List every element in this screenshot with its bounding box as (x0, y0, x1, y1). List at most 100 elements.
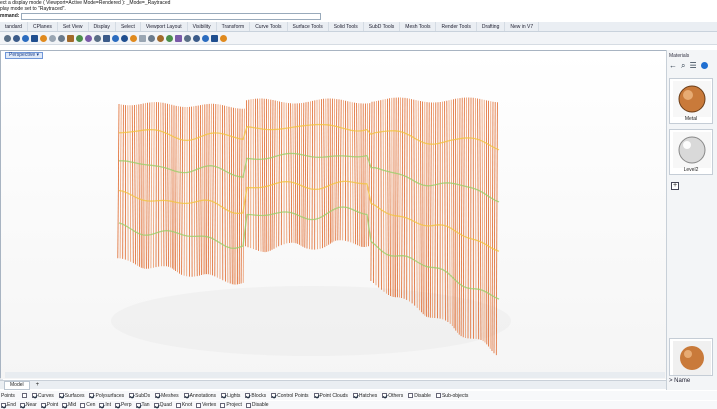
perspective-viewport[interactable] (0, 50, 667, 379)
filter-point[interactable]: Point (40, 402, 58, 408)
checkbox[interactable] (21, 393, 27, 398)
redo-icon[interactable] (85, 34, 92, 42)
osnap-icon[interactable] (211, 34, 218, 42)
add-material-button[interactable]: + (671, 182, 679, 190)
toolbar-tab[interactable]: tandard (0, 22, 28, 31)
checkbox[interactable] (114, 402, 120, 408)
filter-knot[interactable]: Knot (175, 402, 192, 408)
filter-control-points[interactable]: Control Points (271, 393, 309, 399)
toolbar-tab[interactable]: Mesh Tools (400, 22, 437, 31)
list-view-icon[interactable]: ☰ (689, 61, 696, 70)
checkbox[interactable] (31, 393, 37, 398)
checkbox[interactable] (408, 393, 414, 398)
checkbox[interactable] (183, 393, 189, 398)
checkbox[interactable] (313, 393, 319, 398)
filter-disable[interactable]: Disable (408, 393, 431, 399)
layer-icon[interactable] (184, 34, 191, 42)
zoom-icon[interactable] (112, 34, 119, 42)
camera-icon[interactable] (139, 34, 146, 42)
toolbar-tab[interactable]: Drafting (477, 22, 506, 31)
filter-mid[interactable]: Mid (62, 402, 76, 408)
new-file-icon[interactable] (4, 34, 11, 42)
filter-end[interactable]: End (1, 402, 16, 408)
filter-surfaces[interactable]: Surfaces (58, 393, 84, 399)
toolbar-tab[interactable]: Viewport Layout (141, 22, 188, 31)
filter-quad[interactable]: Quad (153, 402, 172, 408)
filter-cen[interactable]: Cen (80, 402, 95, 408)
filter-perp[interactable]: Perp (114, 402, 132, 408)
filter-meshes[interactable]: Meshes (155, 393, 179, 399)
open-file-icon[interactable] (13, 34, 20, 42)
shade-icon[interactable] (148, 34, 155, 42)
filter-near[interactable]: Near (19, 402, 37, 408)
filter-disable[interactable]: Disable (245, 402, 269, 408)
display-icon[interactable] (202, 34, 209, 42)
filter-project[interactable]: Project (220, 402, 242, 408)
filter-sub-objects[interactable]: Sub-objects (435, 393, 468, 399)
toolbar-tab[interactable]: Visibility (188, 22, 217, 31)
name-section[interactable]: > Name (669, 378, 690, 384)
checkbox[interactable] (153, 402, 159, 408)
toolbar-tab[interactable]: Set View (58, 22, 89, 31)
checkbox[interactable] (245, 393, 251, 398)
material-card-metal[interactable]: Metal (669, 78, 713, 124)
toolbar-tab[interactable]: SubD Tools (364, 22, 401, 31)
command-input[interactable] (21, 12, 322, 20)
paste-icon[interactable] (67, 34, 74, 42)
filter-polysurfaces[interactable]: Polysurfaces (89, 393, 124, 399)
save-icon[interactable] (22, 34, 29, 42)
checkbox[interactable] (155, 393, 161, 398)
checkbox[interactable] (99, 402, 105, 408)
zoom-window-icon[interactable] (130, 34, 137, 42)
filter-point-clouds[interactable]: Point Clouds (313, 393, 348, 399)
filter-lights[interactable]: Lights (221, 393, 240, 399)
checkbox[interactable] (135, 402, 141, 408)
options-icon[interactable] (220, 34, 227, 42)
zoom-extents-icon[interactable] (121, 34, 128, 42)
cut-icon[interactable] (49, 34, 56, 42)
checkbox[interactable] (221, 393, 227, 398)
filter-curves[interactable]: Curves (31, 393, 54, 399)
sun-icon[interactable] (166, 34, 173, 42)
filter-blocks[interactable]: Blocks (245, 393, 266, 399)
checkbox[interactable] (196, 402, 202, 408)
checkbox[interactable] (175, 402, 181, 408)
pan-icon[interactable] (94, 34, 101, 42)
toolbar-tab[interactable]: Solid Tools (329, 22, 364, 31)
material-icon[interactable] (193, 34, 200, 42)
checkbox[interactable] (220, 402, 226, 408)
filter-tan[interactable]: Tan (135, 402, 150, 408)
filter-annotations[interactable]: Annotations (183, 393, 216, 399)
filter-vertex[interactable]: Vertex (196, 402, 216, 408)
render-icon[interactable] (157, 34, 164, 42)
toolbar-tab[interactable]: Display (89, 22, 116, 31)
print-icon[interactable] (31, 34, 38, 42)
checkbox[interactable] (352, 393, 358, 398)
viewport-tab[interactable]: Perspective ▾ (5, 52, 44, 59)
checkbox[interactable] (1, 402, 6, 408)
filter-int[interactable]: Int (99, 402, 111, 408)
checkbox[interactable] (435, 393, 441, 398)
checkbox[interactable] (245, 402, 251, 408)
copy-icon[interactable] (58, 34, 65, 42)
filter-others[interactable]: Others (382, 393, 403, 399)
checkbox[interactable] (89, 393, 95, 398)
checkbox[interactable] (40, 402, 46, 408)
tab-model[interactable]: Model (4, 380, 30, 390)
search-icon[interactable]: ⌕ (681, 61, 685, 70)
toolbar-tab[interactable]: CPlanes (28, 22, 58, 31)
material-card-level2[interactable]: Level2 (669, 129, 713, 175)
light-icon[interactable] (175, 34, 182, 42)
toolbar-tab[interactable]: Surface Tools (288, 22, 329, 31)
toolbar-tab[interactable]: Curve Tools (250, 22, 288, 31)
undo-icon[interactable] (76, 34, 83, 42)
help-icon[interactable] (700, 62, 708, 69)
import-icon[interactable] (40, 34, 47, 42)
rotate-view-icon[interactable] (103, 34, 110, 42)
checkbox[interactable] (129, 393, 135, 398)
checkbox[interactable] (382, 393, 388, 398)
checkbox[interactable] (271, 393, 277, 398)
checkbox[interactable] (19, 402, 25, 408)
checkbox[interactable] (62, 402, 68, 408)
toolbar-tab[interactable]: Render Tools (436, 22, 477, 31)
